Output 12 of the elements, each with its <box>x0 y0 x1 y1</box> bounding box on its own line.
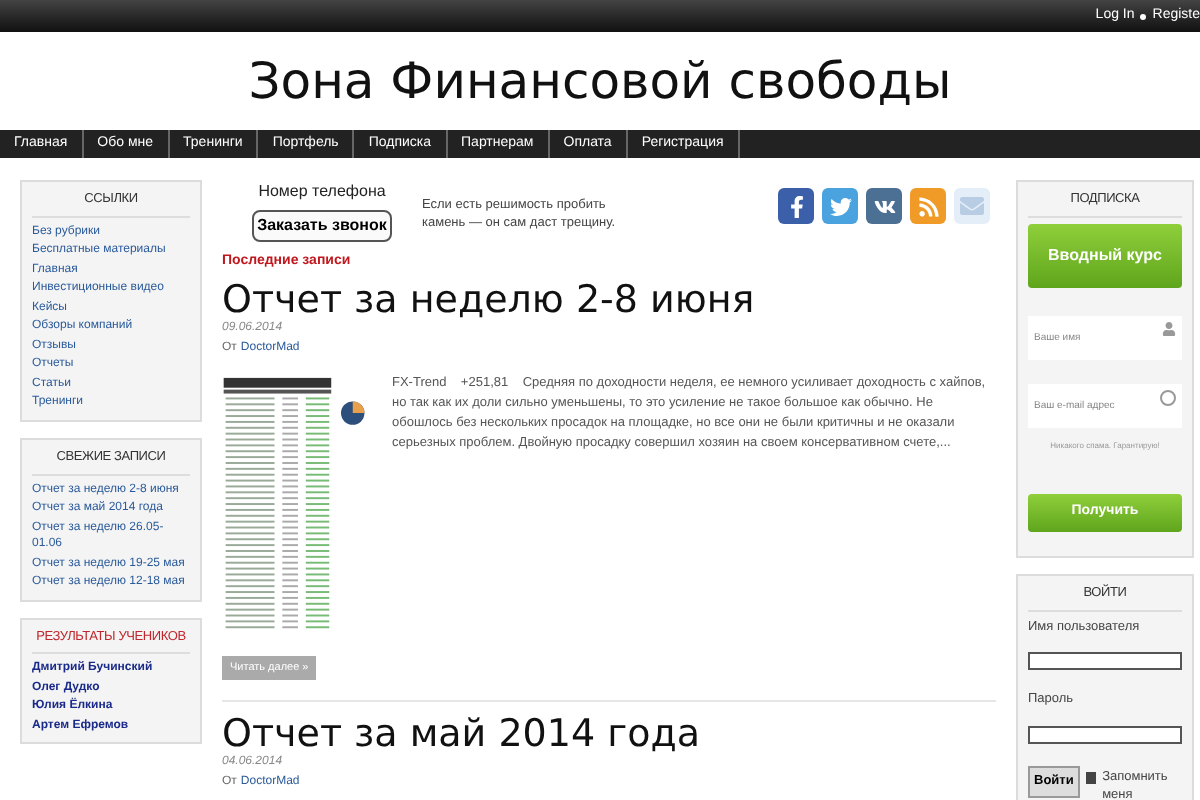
post-title[interactable]: Отчет за май 2014 года <box>222 713 996 753</box>
password-input[interactable] <box>1028 725 1182 743</box>
remember-checkbox[interactable] <box>1085 772 1097 784</box>
call-button[interactable]: Заказать звонок <box>251 210 393 242</box>
post-title[interactable]: Отчет за неделю 2-8 июня <box>222 279 996 319</box>
vk-icon[interactable] <box>866 188 902 224</box>
site-title: Зона Финансовой свободы <box>248 49 952 114</box>
user-icon <box>1162 321 1176 336</box>
facebook-icon[interactable] <box>778 188 814 224</box>
twitter-icon[interactable] <box>822 188 858 224</box>
phone-label: Номер телефона <box>258 180 386 204</box>
username-input[interactable] <box>1028 651 1182 670</box>
